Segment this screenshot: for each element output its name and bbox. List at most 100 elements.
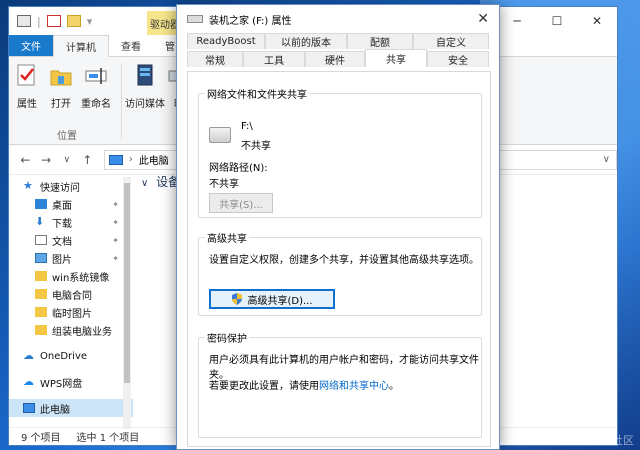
tab-view[interactable]: 查看 bbox=[109, 35, 153, 56]
nav-scrollbar[interactable] bbox=[123, 177, 131, 429]
nav-item-onedrive[interactable]: ☁ OneDrive bbox=[9, 347, 133, 365]
nav-label: 快速访问 bbox=[40, 182, 80, 194]
minimize-button[interactable]: ─ bbox=[497, 7, 537, 35]
rename-button[interactable]: 重命名 bbox=[81, 63, 111, 110]
window-controls: ─ ☐ ✕ bbox=[497, 7, 617, 35]
tab-hardware[interactable]: 硬件 bbox=[305, 51, 365, 67]
tab-readyboost[interactable]: ReadyBoost bbox=[187, 33, 265, 49]
devices-section-header[interactable]: ∨ 设备 bbox=[141, 173, 180, 190]
rename-label: 重命名 bbox=[81, 99, 111, 110]
nav-label: 下载 bbox=[52, 218, 72, 230]
access-media-button[interactable]: 访问媒体 bbox=[125, 63, 165, 110]
nav-label: 电脑合同 bbox=[52, 290, 92, 302]
document-icon bbox=[35, 235, 47, 245]
nav-item-desktop[interactable]: 桌面 ✦ bbox=[9, 195, 133, 213]
star-icon: ★ bbox=[23, 179, 33, 192]
folder-icon bbox=[35, 289, 47, 299]
close-button[interactable]: ✕ bbox=[577, 7, 617, 35]
tab-file[interactable]: 文件 bbox=[9, 35, 53, 56]
tab-row-top: ReadyBoost 以前的版本 配额 自定义 bbox=[187, 33, 499, 49]
watermark: 流量社区 bbox=[590, 434, 634, 447]
change-setting-text: 若要更改此设置，请使用网络和共享中心。 bbox=[209, 377, 399, 392]
drive-letter: F:\ bbox=[241, 121, 253, 132]
advanced-sharing-group: 高级共享 设置自定义权限，创建多个共享，并设置其他高级共享选项。 高级共享(D)… bbox=[198, 230, 482, 316]
open-button[interactable]: 打开 bbox=[49, 63, 73, 110]
open-folder-icon bbox=[50, 70, 72, 86]
tab-row-bottom: 常规 工具 硬件 共享 安全 bbox=[187, 49, 499, 67]
tab-previous-versions[interactable]: 以前的版本 bbox=[265, 33, 347, 49]
tab-customize[interactable]: 自定义 bbox=[413, 33, 489, 49]
drive-size-label: 2 GB bbox=[506, 267, 533, 280]
folder-icon bbox=[17, 15, 31, 27]
selection-count: 选中 1 个项目 bbox=[76, 433, 140, 444]
rename-icon bbox=[85, 68, 107, 84]
media-server-icon bbox=[137, 64, 153, 86]
cloud-icon: ☁ bbox=[23, 349, 34, 362]
tab-general[interactable]: 常规 bbox=[187, 51, 243, 67]
pin-icon: ✦ bbox=[112, 235, 119, 245]
properties-icon bbox=[17, 64, 35, 86]
computer-icon bbox=[108, 154, 123, 165]
new-folder-quick-icon[interactable] bbox=[66, 15, 81, 27]
group-legend: 网络文件和文件夹共享 bbox=[207, 90, 307, 101]
properties-button[interactable]: 属性 bbox=[15, 63, 39, 110]
nav-item-this-pc[interactable]: 此电脑 bbox=[9, 399, 133, 417]
ribbon-divider bbox=[121, 63, 122, 139]
tab-computer[interactable]: 计算机 bbox=[53, 35, 109, 57]
nav-item-folder[interactable]: 电脑合同 bbox=[9, 285, 133, 303]
dropdown-chevron-icon[interactable]: ▾ bbox=[87, 15, 93, 28]
nav-item-pictures[interactable]: 图片 ✦ bbox=[9, 249, 133, 267]
recent-dropdown-icon[interactable]: ∨ bbox=[56, 155, 77, 165]
tab-sharing[interactable]: 共享 bbox=[365, 49, 427, 67]
folder-icon bbox=[35, 271, 47, 281]
pin-icon: ✦ bbox=[112, 199, 119, 209]
drive-size-label: .0 GB bbox=[506, 364, 537, 377]
tab-quota[interactable]: 配额 bbox=[347, 33, 413, 49]
network-sharing-center-link[interactable]: 网络和共享中心 bbox=[319, 381, 389, 392]
close-icon[interactable]: ✕ bbox=[477, 11, 489, 27]
tab-security[interactable]: 安全 bbox=[427, 51, 489, 67]
change-setting-suffix: 。 bbox=[389, 381, 399, 392]
nav-label: 临时图片 bbox=[52, 308, 92, 320]
advanced-sharing-button[interactable]: 高级共享(D)... bbox=[209, 289, 335, 309]
uac-shield-icon bbox=[232, 293, 243, 305]
nav-item-documents[interactable]: 文档 ✦ bbox=[9, 231, 133, 249]
scrollbar-thumb[interactable] bbox=[124, 183, 130, 383]
nav-quick-access[interactable]: ★ 快速访问 bbox=[9, 177, 133, 195]
breadcrumb[interactable]: 此电脑 bbox=[139, 152, 169, 167]
drive-icon bbox=[209, 127, 231, 143]
nav-item-wps[interactable]: ☁ WPS网盘 bbox=[9, 373, 133, 391]
tab-tools[interactable]: 工具 bbox=[243, 51, 305, 67]
maximize-button[interactable]: ☐ bbox=[537, 7, 577, 35]
up-arrow-icon[interactable]: ↑ bbox=[77, 153, 98, 167]
folder-icon bbox=[35, 307, 47, 317]
address-dropdown-icon[interactable]: ∨ bbox=[603, 154, 610, 165]
nav-item-folder[interactable]: 组装电脑业务 bbox=[9, 321, 133, 339]
share-button[interactable]: 共享(S)... bbox=[209, 193, 273, 213]
chevron-down-icon: ∨ bbox=[141, 178, 149, 189]
nav-label: 此电脑 bbox=[40, 404, 70, 416]
properties-quick-icon[interactable] bbox=[46, 15, 61, 27]
breadcrumb-separator: › bbox=[128, 154, 133, 165]
advanced-sharing-label: 高级共享(D)... bbox=[247, 295, 313, 307]
nav-item-folder[interactable]: 临时图片 bbox=[9, 303, 133, 321]
folder-icon bbox=[35, 325, 47, 335]
advanced-sharing-description: 设置自定义权限，创建多个共享，并设置其他高级共享选项。 bbox=[209, 255, 479, 266]
back-arrow-icon[interactable]: ← bbox=[15, 153, 36, 167]
nav-label: 桌面 bbox=[52, 200, 72, 212]
nav-item-folder[interactable]: win系统镜像 bbox=[9, 267, 133, 285]
access-media-label: 访问媒体 bbox=[125, 99, 165, 110]
network-path-value: 不共享 bbox=[209, 179, 239, 190]
separator: | bbox=[37, 14, 41, 28]
computer-icon bbox=[23, 403, 35, 413]
forward-arrow-icon[interactable]: → bbox=[36, 153, 57, 167]
pin-icon: ✦ bbox=[112, 253, 119, 263]
group-legend: 密码保护 bbox=[207, 334, 247, 345]
wps-cloud-icon: ☁ bbox=[23, 375, 34, 388]
dialog-titlebar: 装机之家 (F:) 属性 ✕ bbox=[177, 5, 499, 33]
nav-item-downloads[interactable]: ⬇ 下载 ✦ bbox=[9, 213, 133, 231]
properties-dialog: 装机之家 (F:) 属性 ✕ ReadyBoost 以前的版本 配额 自定义 常… bbox=[176, 4, 500, 450]
